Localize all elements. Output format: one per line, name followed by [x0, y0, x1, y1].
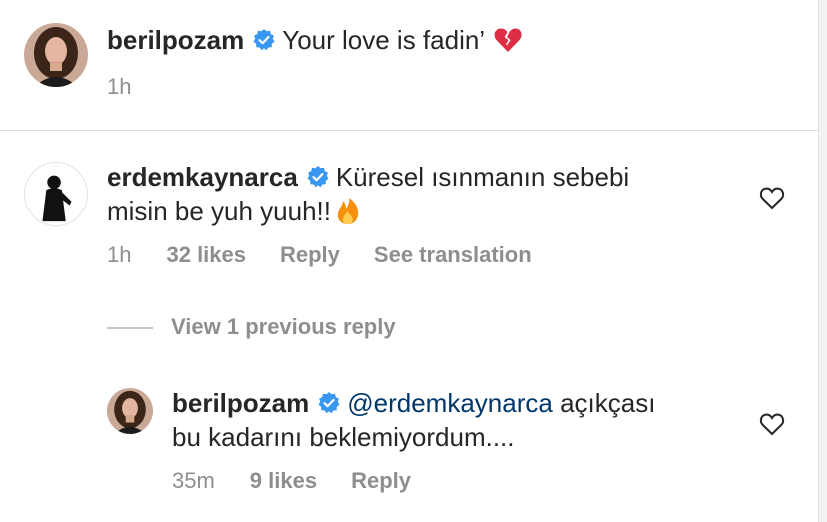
view-replies-line — [107, 327, 153, 329]
comment-text-line2: misin be yuh yuuh!! — [107, 194, 363, 228]
see-translation-button[interactable]: See translation — [374, 242, 532, 268]
reply-body-line1: açıkçası — [560, 388, 656, 418]
avatar-berilpozam[interactable] — [24, 23, 88, 87]
view-previous-replies-button[interactable]: View 1 previous reply — [171, 314, 396, 340]
reply-mention-link[interactable]: @erdemkaynarca — [347, 388, 553, 418]
fire-emoji-icon — [333, 196, 363, 226]
caption-divider — [0, 130, 818, 131]
reply-text-line1: berilpozam @erdemkaynarca açıkçası — [172, 386, 655, 420]
avatar-erdemkaynarca[interactable] — [24, 162, 88, 226]
comment-reply-button[interactable]: Reply — [280, 242, 340, 268]
comment-likes[interactable]: 32 likes — [166, 242, 246, 268]
reply-username[interactable]: berilpozam — [172, 388, 309, 418]
caption-username[interactable]: berilpozam — [107, 25, 244, 55]
broken-heart-emoji-icon — [493, 25, 523, 55]
comment-like-heart-icon[interactable] — [759, 186, 785, 210]
reply-body-line2: bu kadarını beklemiyordum.... — [172, 422, 515, 452]
reply-likes[interactable]: 9 likes — [250, 468, 317, 494]
caption-time: 1h — [107, 74, 132, 99]
comment-time: 1h — [107, 242, 132, 267]
comment-body-line1: Küresel ısınmanın sebebi — [335, 162, 630, 192]
comments-panel: berilpozam Your love is fadin’ 1h erdemka… — [0, 0, 827, 522]
scrollbar-track[interactable] — [818, 0, 827, 522]
caption-text: berilpozam Your love is fadin’ — [107, 23, 523, 57]
reply-reply-button[interactable]: Reply — [351, 468, 411, 494]
comment-meta: 1h 32 likes Reply See translation — [107, 242, 532, 268]
reply-text-line2: bu kadarını beklemiyordum.... — [172, 420, 515, 454]
caption-meta: 1h — [107, 74, 131, 100]
verified-badge-icon — [317, 391, 341, 415]
comment-body-line2: misin be yuh yuuh!! — [107, 196, 332, 226]
comment-text-line1: erdemkaynarca Küresel ısınmanın sebebi — [107, 160, 629, 194]
comment-username[interactable]: erdemkaynarca — [107, 162, 298, 192]
reply-like-heart-icon[interactable] — [759, 412, 785, 436]
reply-time: 35m — [172, 468, 215, 493]
verified-badge-icon — [306, 165, 330, 189]
verified-badge-icon — [252, 28, 276, 52]
avatar-berilpozam-reply[interactable] — [107, 388, 153, 434]
reply-meta: 35m 9 likes Reply — [172, 468, 411, 494]
caption-body: Your love is fadin’ — [282, 25, 486, 55]
